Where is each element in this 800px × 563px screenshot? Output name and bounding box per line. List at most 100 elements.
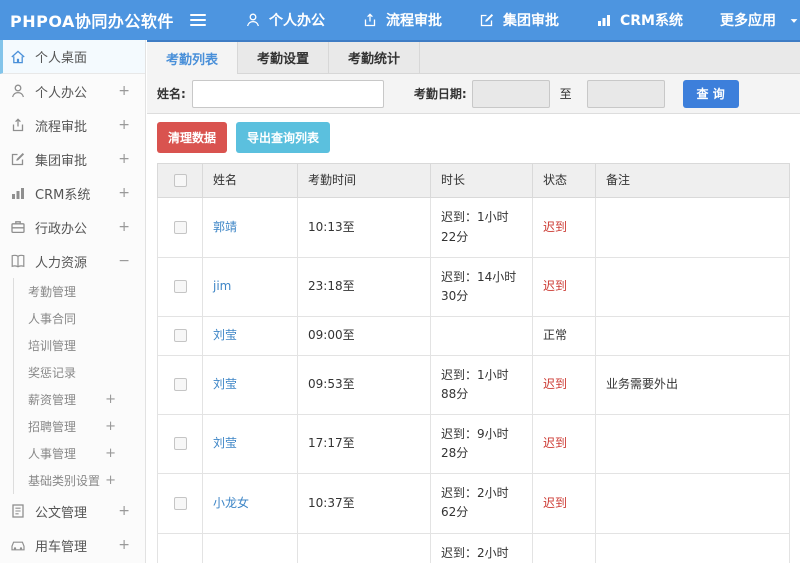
tab-0[interactable]: 考勤列表 (147, 42, 239, 74)
attendance-table: 姓名 考勤时间 时长 状态 备注 郭靖 10:13至 迟到：1小时22分 迟到 jim 23:18… (157, 162, 790, 563)
row-checkbox[interactable] (173, 496, 187, 510)
column-header-3: 状态 (532, 162, 596, 199)
duration-cell: 迟到：14小时30分 (430, 256, 533, 318)
sidebar-item-2[interactable]: 流程审批 + (0, 108, 145, 142)
row-checkbox[interactable] (173, 280, 187, 294)
name-cell: 刘莹 (202, 413, 298, 475)
topnav-item-0[interactable]: 个人办公 (245, 10, 325, 30)
bar-chart-icon (10, 185, 26, 201)
person-icon (245, 12, 269, 28)
expand-plus-icon[interactable]: + (105, 392, 116, 407)
sidebar-subitem-2[interactable]: 培训管理 (14, 332, 145, 359)
expand-plus-icon[interactable]: + (118, 185, 130, 201)
export-list-button[interactable]: 导出查询列表 (236, 122, 331, 153)
topnav-item-1[interactable]: 流程审批 (362, 10, 442, 30)
status-badge: 迟到 (543, 219, 568, 234)
topnav-item-4[interactable]: 更多应用 (720, 10, 800, 30)
remark-cell (595, 473, 790, 534)
sidebar-subitem-7[interactable]: 基础类别设置 + (14, 467, 145, 494)
sidebar-subitem-label: 薪资管理 (28, 393, 77, 407)
row-checkbox[interactable] (173, 437, 187, 451)
date-filter-label: 考勤日期: (413, 87, 467, 101)
expand-plus-icon[interactable]: + (118, 151, 130, 167)
sidebar-item-7[interactable]: 公文管理 + (0, 494, 145, 528)
expand-plus-icon[interactable]: + (118, 117, 130, 133)
expand-plus-icon[interactable]: + (105, 419, 116, 434)
sidebar-item-4[interactable]: CRM系统 + (0, 176, 145, 210)
duration-line: 迟到：14小时30分 (441, 269, 517, 303)
main-area: 考勤列表 考勤设置 考勤统计 姓名: 考勤日期: 至 查 询 清理数据 导出查询列表… (147, 40, 800, 563)
table-row: 刘莹 09:00至 正常 (157, 316, 790, 356)
expand-plus-icon[interactable]: + (118, 503, 130, 519)
duration-line: 迟到：2小时90分 (441, 545, 509, 560)
expand-plus-icon[interactable]: + (118, 83, 130, 99)
name-filter-input[interactable] (191, 79, 384, 108)
row-checkbox[interactable] (173, 220, 187, 234)
expand-plus-icon[interactable]: + (118, 219, 130, 235)
sidebar: 个人桌面 个人办公 + 流程审批 + 集团审批 + CRM系统 + 行政办公 + 人力资源 − 考勤管理人… (0, 40, 146, 563)
employee-name-link[interactable]: 郭靖 (213, 220, 237, 234)
sidebar-item-1[interactable]: 个人办公 + (0, 74, 145, 108)
employee-name-link[interactable]: 刘莹 (213, 328, 237, 342)
select-all-checkbox[interactable] (173, 174, 187, 187)
sidebar-item-0[interactable]: 个人桌面 (0, 40, 145, 74)
select-all-header-cell (157, 162, 203, 199)
date-from-input[interactable] (471, 79, 550, 108)
tab-2[interactable]: 考勤统计 (329, 42, 421, 73)
edit-square-icon (10, 151, 26, 167)
hamburger-icon[interactable] (189, 14, 208, 26)
attendance-time-cell: 17:17至 (297, 413, 431, 475)
row-checkbox[interactable] (173, 329, 187, 343)
employee-name-link[interactable]: 小龙女 (213, 496, 249, 510)
clean-data-button[interactable]: 清理数据 (157, 122, 228, 153)
status-cell: 迟到 (532, 473, 596, 534)
table-row: 小龙女 10:37至 迟到：2小时62分 迟到 (157, 473, 790, 534)
table-row: 刘莹 17:17至 迟到：9小时28分 迟到 (157, 413, 790, 475)
sidebar-subitem-6[interactable]: 人事管理 + (14, 440, 145, 467)
name-cell: 管理员 (202, 532, 298, 563)
app-title: PHPOA协同办公软件 (10, 12, 174, 31)
row-checkbox[interactable] (173, 378, 187, 392)
sidebar-subitem-4[interactable]: 薪资管理 + (14, 386, 145, 413)
sidebar-subitem-1[interactable]: 人事合同 (14, 305, 145, 332)
duration-line: 迟到：1小时22分 (441, 210, 509, 244)
employee-name-link[interactable]: 刘莹 (213, 377, 237, 391)
sidebar-subitem-3[interactable]: 奖惩记录 (14, 359, 145, 386)
expand-plus-icon[interactable]: + (105, 446, 116, 461)
status-badge: 迟到 (543, 495, 568, 510)
sidebar-item-6[interactable]: 人力资源 − (0, 244, 145, 278)
table-header-row: 姓名 考勤时间 时长 状态 备注 (157, 162, 790, 199)
sidebar-submenu: 考勤管理 人事合同 培训管理 奖惩记录 薪资管理 + 招聘管理 + 人事管理 + 基础类别设置 + (13, 278, 145, 494)
remark-cell (595, 316, 790, 356)
sidebar-item-8[interactable]: 用车管理 + (0, 528, 145, 562)
sidebar-item-5[interactable]: 行政办公 + (0, 210, 145, 244)
status-cell: 迟到 (532, 197, 596, 258)
name-cell: 小龙女 (202, 473, 298, 534)
employee-name-link[interactable]: 刘莹 (213, 436, 237, 450)
search-button[interactable]: 查 询 (682, 79, 739, 108)
table-row: jim 23:18至 迟到：14小时30分 迟到 (157, 256, 790, 318)
expand-plus-icon[interactable]: + (118, 537, 130, 553)
sidebar-item-3[interactable]: 集团审批 + (0, 142, 145, 176)
date-to-input[interactable] (586, 79, 665, 108)
tab-1[interactable]: 考勤设置 (238, 42, 330, 73)
duration-cell: 迟到：2小时90分早退：7小时10分 (430, 532, 533, 563)
employee-name-link[interactable]: jim (213, 279, 231, 293)
sidebar-subitem-0[interactable]: 考勤管理 (14, 278, 145, 305)
collapse-minus-icon[interactable]: − (118, 253, 130, 269)
sidebar-subitem-5[interactable]: 招聘管理 + (14, 413, 145, 440)
duration-cell (430, 316, 533, 356)
topnav-item-label: CRM系统 (620, 13, 683, 29)
duration-cell: 迟到：9小时28分 (430, 413, 533, 475)
topnav-item-3[interactable]: CRM系统 (596, 10, 683, 30)
person-icon (10, 83, 26, 99)
remark-cell: 业务需要外出 (595, 354, 790, 415)
topnav-item-2[interactable]: 集团审批 (479, 10, 559, 30)
content-panel: 清理数据 导出查询列表 姓名 考勤时间 时长 状态 备注 郭靖 10:13至 迟到：1小时2… (147, 114, 800, 563)
duration-cell: 迟到：1小时22分 (430, 197, 533, 258)
remark-cell (595, 256, 790, 318)
sidebar-subitem-label: 培训管理 (28, 339, 77, 353)
expand-plus-icon[interactable]: + (105, 473, 116, 488)
date-to-label: 至 (559, 87, 572, 101)
tab-strip: 考勤列表 考勤设置 考勤统计 (147, 40, 800, 74)
